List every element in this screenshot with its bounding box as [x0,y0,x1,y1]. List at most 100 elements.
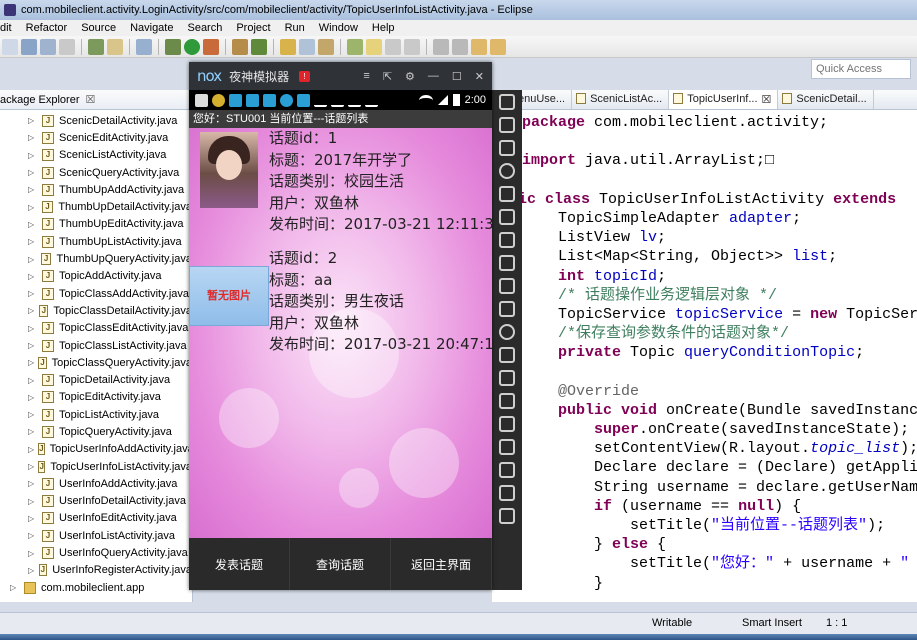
menu-refactor[interactable]: Refactor [19,22,75,34]
tree-item[interactable]: ▷ J UserInfoListActivity.java [0,527,192,544]
back-home-button[interactable]: 返回主界面 [391,538,492,590]
previous-annotation-icon[interactable] [452,38,468,55]
open-type-icon[interactable] [107,38,123,55]
scissors-icon[interactable] [499,140,515,156]
expand-icon[interactable]: ▷ [28,462,34,471]
build-icon[interactable] [88,38,104,55]
record-icon[interactable] [499,370,515,386]
expand-icon[interactable]: ▷ [28,341,38,350]
expand-icon[interactable]: ▷ [28,220,38,229]
back-icon[interactable] [471,38,487,55]
expand-icon[interactable]: ▷ [28,479,38,488]
fullscreen-icon[interactable] [499,232,515,248]
new-java-class-icon[interactable] [251,38,267,55]
back-arrow-icon[interactable] [499,462,515,478]
open-folder-icon[interactable] [280,38,296,55]
tree-item[interactable]: ▷ J TopicAddActivity.java [0,268,192,285]
post-topic-button[interactable]: 发表话题 [189,538,290,590]
source-code[interactable]: package com.mobileclient.activity; impor… [492,110,917,593]
menu-project[interactable]: Project [229,22,277,34]
list-item[interactable]: 暂无图片 话题id：2 标题：aa 话题类别：男生夜话 用户：双鱼林 发布时间：… [189,248,492,373]
tree-item[interactable]: ▷ J ThumbUpDetailActivity.java [0,198,192,215]
save-all-icon[interactable] [40,38,56,55]
expand-icon[interactable]: ▷ [28,272,38,281]
mark-occurrences-icon[interactable] [347,38,363,55]
new-java-package-icon[interactable] [232,38,248,55]
package-explorer-tab[interactable]: ackage Explorer ☒ [0,90,192,110]
expand-icon[interactable]: ▷ [28,324,38,333]
save-icon[interactable] [21,38,37,55]
close-icon[interactable]: ✕ [475,70,484,83]
shake-icon[interactable] [499,186,515,202]
new-icon[interactable] [2,38,18,55]
expand-icon[interactable]: ▷ [28,237,38,246]
search-icon[interactable] [299,38,315,55]
minimize-icon[interactable]: — [428,70,439,83]
home-icon[interactable] [499,485,515,501]
app-icon[interactable] [499,94,515,110]
close-icon[interactable]: ☒ [86,93,96,106]
expand-icon[interactable]: ▷ [28,531,38,540]
expand-icon[interactable]: ▷ [28,168,38,177]
expand-icon[interactable]: ▷ [28,445,34,454]
tree-item[interactable]: ▷ J TopicUserInfoListActivity.java [0,458,192,475]
menu-window[interactable]: Window [312,22,365,34]
expand-icon[interactable]: ▷ [28,549,38,558]
tab-scenic-detail[interactable]: ScenicDetail... [778,90,874,109]
recent-apps-icon[interactable] [499,508,515,524]
expand-icon[interactable]: ▷ [28,203,38,212]
tree-item[interactable]: ▷ J ScenicDetailActivity.java [0,112,192,129]
expand-icon[interactable]: ▷ [28,566,35,575]
maximize-icon[interactable]: ☐ [452,70,462,83]
debug-icon[interactable] [165,38,181,55]
tab-scenic-list[interactable]: ScenicListAc... [572,90,670,109]
more-icon[interactable] [499,439,515,455]
expand-icon[interactable]: ▷ [28,116,38,125]
tree-item[interactable]: ▷ J UserInfoAddActivity.java [0,475,192,492]
block-selection-icon[interactable] [404,38,420,55]
menu-help[interactable]: Help [365,22,402,34]
expand-icon[interactable]: ▷ [28,133,38,142]
expand-icon[interactable]: ▷ [28,289,38,298]
expand-icon[interactable]: ▷ [28,393,38,402]
notification-badge-icon[interactable]: ! [299,70,311,82]
code-editor[interactable]: enuUse... ScenicListAc... TopicUserInf..… [492,90,917,602]
tree-item-package[interactable]: ▷ com.mobileclient.app [0,579,192,596]
forward-icon[interactable] [490,38,506,55]
tab-menu-use[interactable]: enuUse... [514,90,573,109]
tree-item[interactable]: ▷ J ScenicQueryActivity.java [0,164,192,181]
volume-down-icon[interactable] [499,278,515,294]
pen-icon[interactable] [318,38,334,55]
tree-item[interactable]: ▷ J ScenicListActivity.java [0,147,192,164]
tree-item[interactable]: ▷ J ThumbUpListActivity.java [0,233,192,250]
show-whitespace-icon[interactable] [385,38,401,55]
android-sdk-icon[interactable] [136,38,152,55]
external-tools-icon[interactable] [203,38,219,55]
menu-icon[interactable] [499,416,515,432]
tab-topic-user-info[interactable]: TopicUserInf... ☒ [669,90,779,109]
menu-source[interactable]: Source [74,22,123,34]
tree-item[interactable]: ▷ J TopicListActivity.java [0,406,192,423]
tree-item[interactable]: ▷ J TopicEditActivity.java [0,389,192,406]
menu-edit[interactable]: dit [0,22,19,34]
location-icon[interactable] [499,163,515,179]
menu-icon[interactable]: ≡ [363,70,369,83]
tree-item[interactable]: ▷ J UserInfoDetailActivity.java [0,493,192,510]
expand-icon[interactable]: ▷ [28,306,35,315]
screenshot-icon[interactable] [499,209,515,225]
list-item[interactable]: 话题id：1 标题：2017年开学了 话题类别：校园生活 用户：双鱼林 发布时间… [189,128,492,253]
menu-navigate[interactable]: Navigate [123,22,180,34]
tree-item[interactable]: ▷ J UserInfoRegisterActivity.java [0,562,192,579]
tree-item[interactable]: ▷ J TopicQueryActivity.java [0,423,192,440]
tree-item[interactable]: ▷ J TopicClassListActivity.java [0,337,192,354]
highlight-icon[interactable] [366,38,382,55]
tree-item[interactable]: ▷ J TopicClassAddActivity.java [0,285,192,302]
loading-icon[interactable] [499,324,515,340]
fold-icon[interactable]: □ [765,152,774,169]
expand-icon[interactable]: ▷ [28,376,38,385]
query-topic-button[interactable]: 查询话题 [290,538,391,590]
keyboard-icon[interactable] [499,117,515,133]
menu-run[interactable]: Run [278,22,312,34]
settings-icon[interactable]: ⚙ [405,70,415,83]
volume-up-icon[interactable] [499,255,515,271]
